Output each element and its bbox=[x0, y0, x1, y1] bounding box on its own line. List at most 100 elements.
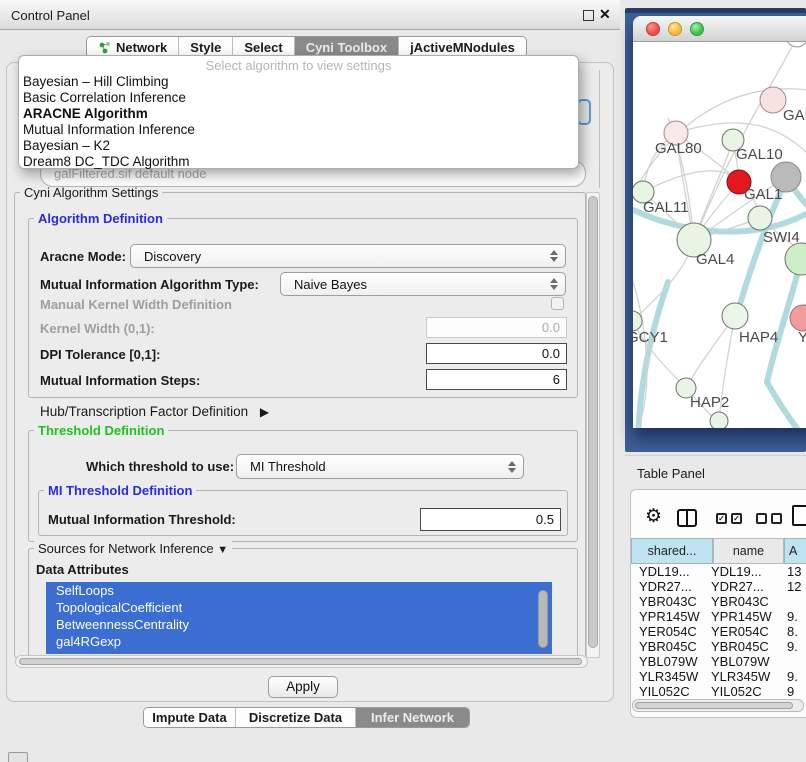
node[interactable] bbox=[786, 42, 806, 47]
network-window-titlebar[interactable] bbox=[633, 16, 806, 42]
hub-definition-expander[interactable]: Hub/Transcription Factor Definition ▶ bbox=[40, 404, 269, 419]
settings-horizontal-scrollbar-thumb[interactable] bbox=[19, 658, 582, 665]
tab-network[interactable]: Network bbox=[87, 37, 179, 57]
column-header-label: shared... bbox=[648, 544, 697, 558]
minimize-traffic-light-icon[interactable] bbox=[668, 22, 682, 36]
unchecked-checkbox-icon[interactable] bbox=[756, 513, 767, 524]
mi-threshold-field[interactable]: 0.5 bbox=[420, 508, 561, 531]
gear-icon[interactable]: ⚙ bbox=[645, 506, 662, 528]
tab-network-label: Network bbox=[116, 40, 167, 55]
cell-shared-name: YPR145W bbox=[631, 609, 711, 624]
algorithm-definition-title: Algorithm Definition bbox=[34, 211, 167, 226]
column-header-shared-name[interactable]: shared... bbox=[631, 538, 713, 564]
tab-cyni-toolbox[interactable]: Cyni Toolbox bbox=[295, 37, 399, 57]
edge bbox=[643, 171, 739, 192]
dpi-tolerance-label: DPI Tolerance [0,1]: bbox=[40, 347, 160, 362]
attribute-item[interactable]: BetweennessCentrality bbox=[46, 616, 552, 633]
node[interactable] bbox=[710, 412, 728, 428]
window-float-icon[interactable] bbox=[583, 10, 594, 21]
manual-kernel-checkbox[interactable] bbox=[551, 297, 564, 310]
spinner-icon bbox=[550, 250, 558, 262]
dropdown-item[interactable]: Bayesian – Hill Climbing bbox=[19, 74, 578, 90]
tab-jactivemnodules[interactable]: jActiveMNodules bbox=[399, 37, 526, 57]
mi-steps-field[interactable]: 6 bbox=[426, 369, 567, 390]
node-gal1[interactable] bbox=[748, 206, 772, 230]
tab-discretize-data[interactable]: Discretize Data bbox=[236, 708, 356, 727]
network-canvas[interactable]: GAL8 GAL80 GAL10 GAL11 GAL1 SWI4 GAL4 GC… bbox=[633, 42, 806, 428]
dropdown-item-selected[interactable]: ARACNE Algorithm bbox=[19, 106, 578, 122]
tab-impute-data[interactable]: Impute Data bbox=[144, 708, 236, 727]
aracne-mode-combo[interactable]: Discovery bbox=[130, 244, 566, 268]
spinner-icon bbox=[550, 278, 558, 290]
column-header-clipped[interactable]: A bbox=[784, 538, 806, 564]
node-hap4[interactable] bbox=[722, 303, 748, 329]
node[interactable] bbox=[790, 305, 806, 331]
cell-value: 12 bbox=[783, 579, 806, 594]
checked-checkbox-icon[interactable]: ✓ bbox=[716, 513, 727, 524]
focused-combo-fragment bbox=[577, 99, 591, 125]
attribute-item[interactable]: gal4RGexp bbox=[46, 633, 552, 650]
node-label: GAL80 bbox=[655, 140, 702, 157]
aracne-mode-value: Discovery bbox=[144, 249, 201, 264]
tab-style[interactable]: Style bbox=[179, 37, 233, 57]
mi-type-combo[interactable]: Naive Bayes bbox=[280, 272, 566, 296]
tab-select[interactable]: Select bbox=[233, 37, 294, 57]
cell-name: YBR045C bbox=[711, 639, 783, 654]
close-traffic-light-icon[interactable] bbox=[646, 22, 660, 36]
zoom-traffic-light-icon[interactable] bbox=[690, 22, 704, 36]
which-threshold-combo[interactable]: MI Threshold bbox=[236, 454, 524, 479]
table-row[interactable]: YBL079W YBL079W bbox=[631, 654, 806, 669]
screen: Control Panel ✕ Network Style Select C bbox=[0, 0, 806, 762]
dropdown-item[interactable]: Bayesian – K2 bbox=[19, 138, 578, 154]
table-row[interactable]: YER054C YER054C 8. bbox=[631, 624, 806, 639]
aracne-mode-label: Aracne Mode: bbox=[40, 249, 126, 264]
attribute-item[interactable]: SelfLoops bbox=[46, 582, 552, 599]
attribute-item[interactable]: TopologicalCoefficient bbox=[46, 599, 552, 616]
dropdown-item[interactable]: Mutual Information Inference bbox=[19, 122, 578, 138]
cell-shared-name: YIL052C bbox=[631, 684, 711, 698]
table-horizontal-scrollbar-thumb[interactable] bbox=[635, 702, 793, 709]
node-label: HAP2 bbox=[690, 394, 729, 411]
attributes-scrollbar-thumb[interactable] bbox=[538, 590, 548, 648]
table-horizontal-scrollbar[interactable] bbox=[632, 699, 804, 712]
node-swi4[interactable] bbox=[785, 243, 806, 275]
cell-name: YLR345W bbox=[711, 669, 783, 684]
document-icon[interactable] bbox=[792, 505, 806, 526]
node-label: GAL10 bbox=[736, 146, 783, 163]
table-row[interactable]: YBR045C YBR045C 9. bbox=[631, 639, 806, 654]
sources-group-title[interactable]: Sources for Network Inference ▼ bbox=[34, 541, 232, 556]
settings-vertical-scrollbar-thumb[interactable] bbox=[588, 196, 598, 648]
settings-horizontal-scrollbar[interactable] bbox=[15, 655, 588, 668]
cell-value: 8. bbox=[783, 624, 806, 639]
table-row[interactable]: YPR145W YPR145W 9. bbox=[631, 609, 806, 624]
table-row[interactable]: YDR27... YDR27... 12 bbox=[631, 579, 806, 594]
window-close-icon[interactable]: ✕ bbox=[599, 6, 611, 23]
checked-checkbox-icon[interactable]: ✓ bbox=[731, 513, 742, 524]
edge bbox=[694, 42, 797, 240]
column-view-icon[interactable] bbox=[677, 509, 697, 527]
table-row[interactable]: YBR043C YBR043C bbox=[631, 594, 806, 609]
expander-right-arrow-icon: ▶ bbox=[260, 405, 269, 419]
unchecked-checkbox-icon[interactable] bbox=[771, 513, 782, 524]
edge bbox=[767, 382, 806, 428]
tab-infer-network[interactable]: Infer Network bbox=[356, 708, 469, 727]
cell-value: 9. bbox=[783, 609, 806, 624]
column-header-name[interactable]: name bbox=[713, 538, 784, 564]
tab-cyni-toolbox-label: Cyni Toolbox bbox=[306, 40, 387, 55]
edge bbox=[638, 282, 668, 428]
dpi-tolerance-field[interactable]: 0.0 bbox=[426, 343, 567, 364]
node-label: GAL8 bbox=[783, 107, 806, 124]
table-row[interactable]: YIL052C YIL052C 9 bbox=[631, 684, 806, 698]
cell-shared-name: YER054C bbox=[631, 624, 711, 639]
node-label: GAL11 bbox=[643, 199, 689, 216]
dropdown-placeholder: Select algorithm to view settings bbox=[19, 58, 578, 74]
hub-definition-label: Hub/Transcription Factor Definition bbox=[40, 404, 248, 419]
dropdown-item[interactable]: Dream8 DC_TDC Algorithm bbox=[19, 154, 578, 170]
table-row[interactable]: YDL19... YDL19... 13 bbox=[631, 564, 806, 579]
kernel-width-field[interactable]: 0.0 bbox=[426, 317, 567, 338]
table-row[interactable]: YLR345W YLR345W 9. bbox=[631, 669, 806, 684]
apply-button[interactable]: Apply bbox=[268, 676, 338, 698]
dropdown-item[interactable]: Basic Correlation Inference bbox=[19, 90, 578, 106]
tab-discretize-data-label: Discretize Data bbox=[249, 710, 342, 725]
docked-panel-icon[interactable] bbox=[8, 752, 28, 762]
